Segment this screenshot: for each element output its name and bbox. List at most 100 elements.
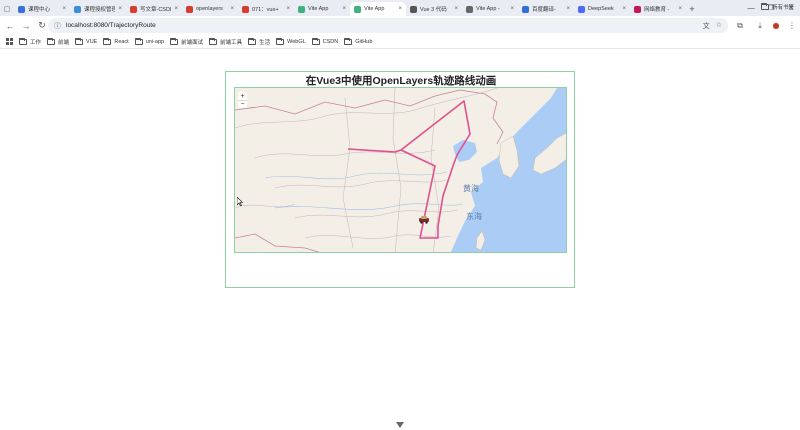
zoom-out-button[interactable]: − [238, 100, 247, 108]
tab-favicon-icon [74, 5, 81, 13]
tab-favicon-icon [522, 5, 529, 13]
back-button[interactable]: ← [2, 18, 18, 34]
bookmark-folder[interactable]: 前端工具 [209, 37, 243, 46]
tab-title: 写文章-CSDN [140, 7, 172, 13]
all-bookmarks-label: 所有书签 [771, 5, 794, 11]
bookmark-label: VUE [86, 38, 98, 45]
tab-close-icon[interactable]: × [62, 6, 66, 12]
tab-close-icon[interactable]: × [398, 6, 402, 12]
url-text[interactable]: localhost:8080/TrajectoryRoute [66, 22, 698, 29]
browser-tab[interactable]: 网络教育 - × [630, 2, 686, 16]
bookmark-folder[interactable]: 生活 [248, 37, 270, 46]
browser-tab[interactable]: 课程授权管理 × [70, 2, 126, 16]
browser-tab[interactable]: DeepSeek × [574, 2, 630, 16]
tab-close-icon[interactable]: × [118, 6, 122, 12]
tab-close-icon[interactable]: × [286, 6, 290, 12]
address-bar[interactable]: ⓘ localhost:8080/TrajectoryRoute 文 ☆ [48, 18, 728, 33]
bookmark-folder[interactable]: 前端 [47, 37, 70, 46]
folder-icon [248, 37, 257, 45]
tab-favicon-icon [410, 5, 417, 13]
folder-icon [75, 37, 84, 45]
bookmark-label: 前端工具 [220, 39, 243, 46]
bookmark-folder[interactable]: 工作 [19, 37, 42, 46]
tab-close-icon[interactable]: × [510, 6, 514, 12]
browser-tab[interactable]: Vite App × [294, 2, 350, 16]
folder-icon [103, 37, 112, 45]
bookmark-star-icon[interactable]: ☆ [716, 21, 722, 31]
bookmark-label: 工作 [30, 39, 42, 46]
browser-tab[interactable]: 百度翻译- × [518, 2, 574, 16]
tab-favicon-icon [578, 5, 585, 13]
scroll-down-icon[interactable] [396, 422, 404, 428]
bookmark-folder[interactable]: GitHub [344, 37, 372, 45]
all-bookmarks[interactable]: 所有书签 [760, 0, 794, 14]
demo-container: 在Vue3中使用OpenLayers轨迹路线动画 + − 黄海 东海 [225, 71, 575, 288]
tab-title: 071：vue+ [252, 7, 279, 13]
browser-tab[interactable]: 071：vue+ × [238, 2, 294, 16]
bookmark-folder[interactable]: WebGL [276, 37, 306, 45]
minimize-button[interactable]: — [740, 0, 762, 16]
tab-close-icon[interactable]: × [566, 6, 570, 12]
browser-tab[interactable]: 课程中心 × [14, 2, 70, 16]
page-title: 在Vue3中使用OpenLayers轨迹路线动画 [305, 75, 497, 87]
tab-list-icon[interactable]: ▢ [0, 2, 14, 16]
folder-icon [276, 37, 285, 45]
bookmark-label: 前端 [58, 39, 70, 46]
browser-tab[interactable]: Vue 3 代码 × [406, 2, 462, 16]
tab-close-icon[interactable]: × [622, 6, 626, 12]
tab-title: 课程中心 [28, 7, 51, 13]
tab-favicon-icon [466, 5, 473, 13]
bookmark-label: WebGL [287, 38, 306, 45]
tab-title: 百度翻译- [532, 7, 556, 13]
bookmark-folder[interactable]: uni-app [134, 37, 164, 45]
tab-close-icon[interactable]: × [454, 6, 458, 12]
zoom-in-button[interactable]: + [238, 92, 247, 100]
tab-close-icon[interactable]: × [230, 6, 234, 12]
forward-button[interactable]: → [18, 18, 34, 34]
tab-favicon-icon [186, 5, 193, 13]
folder-icon [344, 37, 353, 45]
profile-avatar[interactable] [769, 18, 783, 33]
zoom-control: + − [238, 92, 247, 108]
browser-tab[interactable]: 写文章-CSDN × [126, 2, 182, 16]
tab-favicon-icon [634, 5, 641, 13]
menu-icon[interactable]: ⋮ [785, 18, 799, 33]
trajectory-route [347, 100, 471, 239]
map-view[interactable]: + − 黄海 东海 [234, 87, 567, 253]
bookmark-folder[interactable]: CSDN [311, 37, 338, 45]
extensions-icon[interactable]: ⧉ [733, 18, 747, 33]
tab-strip: ▢ 课程中心 × 课程授权管理 × 写文章-CSDN × openlayers × 071：vu… [0, 0, 800, 16]
translate-icon[interactable]: 文 [703, 21, 710, 31]
tab-favicon-icon [242, 5, 249, 13]
folder-icon [19, 37, 27, 45]
bookmark-folder[interactable]: 前端面试 [170, 37, 204, 46]
province-borders [235, 88, 498, 252]
tab-favicon-icon [354, 5, 361, 13]
tab-title: openlayers [196, 6, 223, 12]
tab-close-icon[interactable]: × [342, 6, 346, 12]
tab-close-icon[interactable]: × [174, 6, 178, 12]
browser-toolbar: ← → ↻ ⓘ localhost:8080/TrajectoryRoute 文… [0, 16, 800, 35]
tab-favicon-icon [130, 5, 137, 13]
tab-title: DeepSeek [588, 6, 614, 12]
tab-favicon-icon [18, 5, 25, 13]
site-info-icon[interactable]: ⓘ [54, 21, 61, 31]
browser-tab[interactable]: Vite App - × [462, 2, 518, 16]
tab-title: Vue 3 代码 [420, 7, 447, 13]
bookmark-label: 前端面试 [181, 39, 204, 46]
folder-icon [47, 37, 56, 45]
apps-icon[interactable] [6, 38, 13, 45]
bookmark-folder[interactable]: React [103, 37, 129, 45]
east-sea-label: 东海 [466, 212, 482, 221]
mouse-cursor-icon [237, 197, 243, 206]
map-canvas [235, 88, 566, 252]
tab-favicon-icon [298, 5, 305, 13]
tab-title: Vite App [364, 6, 385, 12]
browser-tab[interactable]: Vite App × [350, 2, 406, 16]
download-icon[interactable]: ⤓ [753, 18, 767, 33]
new-tab-button[interactable]: + [686, 2, 698, 16]
tab-close-icon[interactable]: × [678, 6, 682, 12]
yellow-sea-label: 黄海 [463, 184, 479, 193]
bookmark-folder[interactable]: VUE [75, 37, 98, 45]
browser-tab[interactable]: openlayers × [182, 2, 238, 16]
